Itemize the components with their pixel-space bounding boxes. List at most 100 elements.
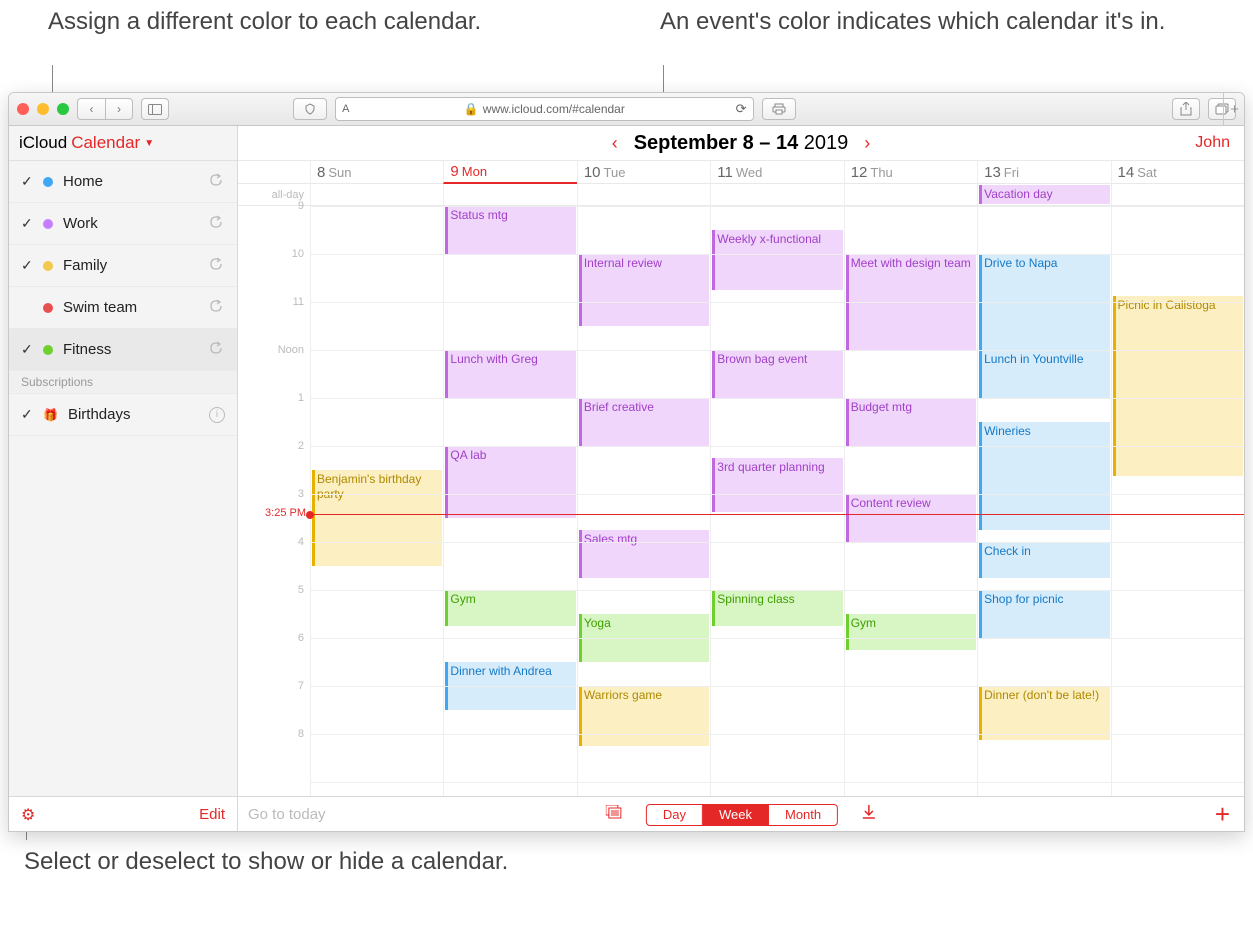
calendar-color-dot [43,177,53,187]
event[interactable]: Lunch in Yountville [979,350,1109,398]
share-icon[interactable] [209,257,225,274]
reader-icon[interactable]: A [342,103,349,115]
annotation-top-right: An event's color indicates which calenda… [660,6,1165,37]
view-month[interactable]: Month [769,805,837,825]
day-header[interactable]: 14 Sat [1111,161,1244,184]
allday-cell[interactable] [577,184,710,206]
day-column[interactable]: Weekly x-functional Brown bag event 3rd qu… [710,206,843,796]
allday-cell[interactable] [443,184,576,206]
close-window[interactable] [17,103,29,115]
allday-cell[interactable] [710,184,843,206]
day-column[interactable]: Meet with design teamBudget mtgContent r… [844,206,977,796]
hour-label: 2 [238,440,310,488]
event[interactable]: Vacation day [979,185,1109,204]
event[interactable]: Sales mtg [579,530,709,578]
hour-label: 9 [238,200,310,248]
event[interactable]: Shop for picnic [979,590,1109,638]
event[interactable]: Status mtg [445,206,575,254]
day-header[interactable]: 11 Wed [710,161,843,184]
calendar-row-family[interactable]: ✓Family [9,245,237,287]
event[interactable]: Content review [846,494,976,542]
day-column[interactable]: Benjamin's birthday party [310,206,443,796]
calendar-row-swim-team[interactable]: Swim team [9,287,237,329]
event[interactable]: 3rd quarter planning [712,458,842,512]
event[interactable]: Weekly x-functional [712,230,842,290]
next-week-button[interactable]: › [848,133,886,154]
calendar-name: Birthdays [68,406,131,423]
calendar-checkbox[interactable]: ✓ [21,173,33,190]
calendar-checkbox[interactable]: ✓ [21,215,33,232]
new-event-button[interactable]: + [1215,799,1230,830]
day-column[interactable]: Drive to NapaLunch in YountvilleWineries… [977,206,1110,796]
day-header[interactable]: 13 Fri [977,161,1110,184]
calendar-sidebar: iCloud Calendar ▼ ✓ Home ✓Work✓FamilySwim … [9,126,238,796]
event[interactable]: Warriors game [579,686,709,746]
edit-button[interactable]: Edit [199,806,225,823]
event[interactable]: Budget mtg [846,398,976,446]
app-switcher[interactable]: iCloud Calendar ▼ [9,126,237,161]
sidebar-toggle-button[interactable] [141,98,169,120]
minimize-window[interactable] [37,103,49,115]
allday-cell[interactable] [1111,184,1244,206]
event[interactable]: Picnic in Calistoga [1113,296,1243,476]
event[interactable]: Spinning class [712,590,842,626]
reload-icon[interactable]: ⟳ [736,101,747,117]
hour-label: 10 [238,248,310,296]
event[interactable]: Gym [846,614,976,650]
event[interactable]: Check in [979,542,1109,578]
settings-gear-icon[interactable]: ⚙ [21,805,35,825]
calendar-checkbox[interactable]: ✓ [21,341,33,358]
day-header[interactable]: 9 Mon [443,161,576,184]
event[interactable]: Dinner (don't be late!) [979,686,1109,740]
event[interactable]: QA lab [445,446,575,518]
address-bar[interactable]: A 🔒 www.icloud.com/#calendar ⟳ [335,97,753,121]
privacy-report-button[interactable] [293,98,327,120]
new-tab-button[interactable]: + [1223,93,1245,126]
print-button[interactable] [762,98,796,120]
calendar-checkbox[interactable]: ✓ [21,406,33,423]
back-button[interactable]: ‹ [77,98,105,120]
allday-cell[interactable] [844,184,977,206]
calendar-row-birthdays[interactable]: ✓🎁Birthdaysi [9,394,237,436]
calendar-row-home[interactable]: ✓ Home [9,161,237,203]
day-column[interactable]: Picnic in Calistoga [1111,206,1244,796]
event[interactable]: Gym [445,590,575,626]
event[interactable]: Brown bag event [712,350,842,398]
event[interactable]: Internal review [579,254,709,326]
allday-cell[interactable] [310,184,443,206]
allday-cell[interactable]: Vacation day [977,184,1110,206]
calendar-row-fitness[interactable]: ✓Fitness [9,329,237,371]
event[interactable]: Brief creative [579,398,709,446]
view-week[interactable]: Week [703,805,769,825]
day-column[interactable]: Internal reviewBrief creativeSales mtgYo… [577,206,710,796]
prev-week-button[interactable]: ‹ [596,133,634,154]
event[interactable]: Lunch with Greg [445,350,575,398]
share-icon[interactable] [209,215,225,232]
app-footer: ⚙ Edit Go to today DayWeekMonth + [9,796,1244,832]
share-icon[interactable] [209,299,225,316]
zoom-window[interactable] [57,103,69,115]
share-button[interactable] [1172,98,1200,120]
info-icon[interactable]: i [209,407,225,423]
calendar-row-work[interactable]: ✓Work [9,203,237,245]
download-icon[interactable] [852,804,886,825]
week-grid[interactable]: 91011Noon12345678 Benjamin's birthday pa… [238,206,1244,796]
calendar-checkbox[interactable]: ✓ [21,257,33,274]
calendar-name: Home [63,173,103,190]
day-header[interactable]: 8 Sun [310,161,443,184]
calendar-main: ‹ September 8 – 14 2019 › John 8 Sun9 Mo… [238,126,1244,796]
account-name[interactable]: John [1195,134,1230,152]
window-controls [17,103,69,115]
event[interactable]: Benjamin's birthday party [312,470,442,566]
day-header[interactable]: 10 Tue [577,161,710,184]
view-day[interactable]: Day [647,805,703,825]
day-column[interactable]: Status mtgLunch with GregQA labGymDinner… [443,206,576,796]
forward-button[interactable]: › [105,98,133,120]
share-icon[interactable] [209,341,225,358]
list-view-icon[interactable] [596,805,632,824]
day-header[interactable]: 12 Thu [844,161,977,184]
annotation-bottom: Select or deselect to show or hide a cal… [24,846,508,877]
share-icon[interactable] [209,173,225,190]
lock-icon: 🔒 [464,102,479,116]
go-to-today-button[interactable]: Go to today [248,806,326,823]
